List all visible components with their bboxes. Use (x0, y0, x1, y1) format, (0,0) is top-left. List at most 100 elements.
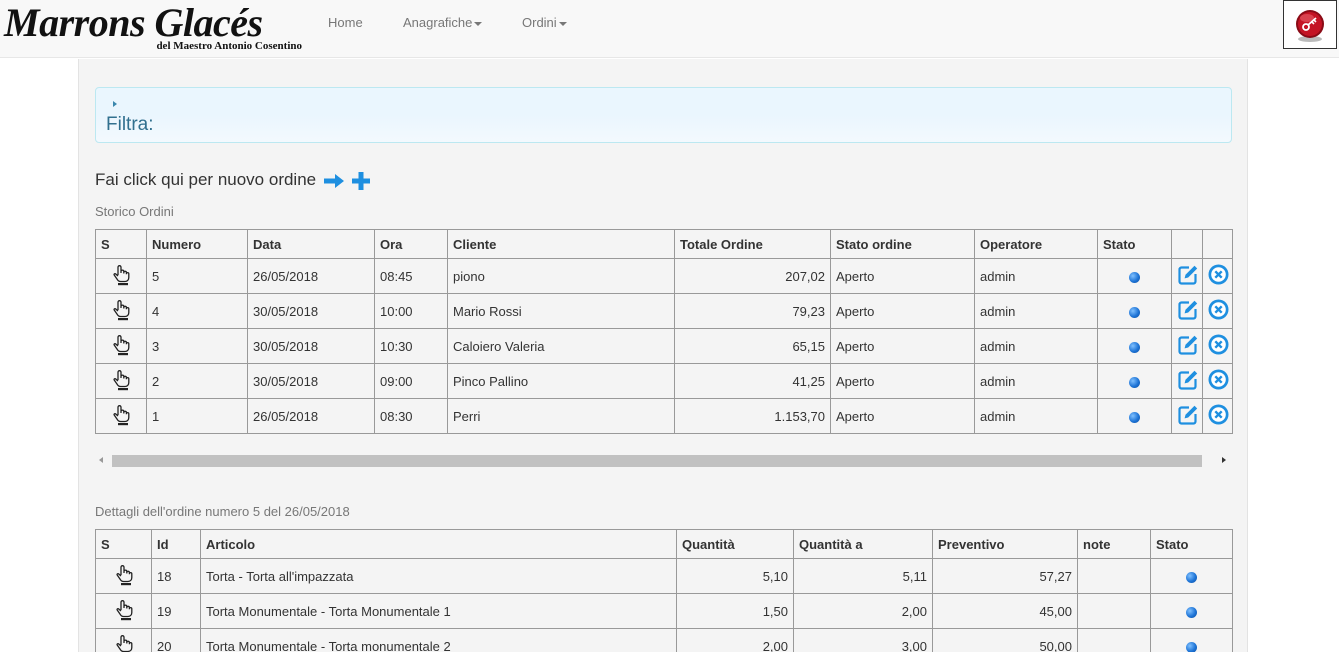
detail-article: Torta - Torta all'impazzata (200, 558, 677, 594)
detail-row[interactable]: 18 Torta - Torta all'impazzata 5,10 5,11 57,… (95, 558, 1233, 594)
delete-icon[interactable] (1208, 264, 1229, 288)
main-container: Filtra: Fai click qui per nuovo ordine S… (78, 59, 1248, 652)
filter-panel[interactable]: Filtra: (95, 87, 1232, 143)
pointing-hand-icon[interactable] (111, 264, 131, 289)
pointing-hand-icon[interactable] (111, 334, 131, 359)
edit-icon[interactable] (1177, 299, 1199, 324)
details-col-header: Quantità (676, 529, 794, 559)
scroll-right-icon[interactable] (1222, 457, 1226, 463)
order-date: 26/05/2018 (247, 258, 375, 294)
detail-article: Torta Monumentale - Torta Monumentale 1 (200, 593, 677, 629)
edit-cell (1171, 363, 1203, 399)
order-total: 79,23 (674, 293, 831, 329)
order-time: 09:00 (374, 363, 448, 399)
delete-icon[interactable] (1208, 369, 1229, 393)
order-time: 10:00 (374, 293, 448, 329)
order-number: 2 (146, 363, 248, 399)
select-cell (95, 558, 152, 594)
horizontal-scrollbar[interactable] (95, 452, 1232, 469)
orders-col-header: Data (247, 229, 375, 259)
detail-row[interactable]: 19 Torta Monumentale - Torta Monumentale … (95, 593, 1233, 629)
pointing-hand-icon[interactable] (111, 369, 131, 394)
orders-col-header: Ora (374, 229, 448, 259)
pointing-hand-icon[interactable] (114, 634, 134, 652)
order-row[interactable]: 1 26/05/2018 08:30 Perri 1.153,70 Aperto admin (95, 398, 1233, 434)
pointing-hand-icon[interactable] (111, 299, 131, 324)
order-row[interactable]: 4 30/05/2018 10:00 Mario Rossi 79,23 Aperto ad… (95, 293, 1233, 329)
edit-icon[interactable] (1177, 334, 1199, 359)
orders-col-header: Operatore (974, 229, 1098, 259)
expand-triangle-icon[interactable] (113, 101, 117, 107)
status-dot-icon (1186, 571, 1197, 583)
status-dot-icon (1129, 306, 1140, 318)
arrow-right-icon (323, 173, 344, 188)
details-col-header: Id (151, 529, 201, 559)
delete-icon[interactable] (1208, 299, 1229, 323)
order-row[interactable]: 2 30/05/2018 09:00 Pinco Pallino 41,25 Aperto… (95, 363, 1233, 399)
detail-row[interactable]: 20 Torta Monumentale - Torta monumentale … (95, 628, 1233, 652)
caret-down-icon (474, 21, 483, 26)
login-button[interactable] (1283, 0, 1337, 49)
detail-estimate: 50,00 (932, 628, 1078, 652)
order-row[interactable]: 5 26/05/2018 08:45 piono 207,02 Aperto admin (95, 258, 1233, 294)
status-dot-icon (1186, 641, 1197, 652)
filter-title: Filtra: (106, 114, 154, 135)
edit-icon[interactable] (1177, 404, 1199, 429)
order-time: 08:30 (374, 398, 448, 434)
detail-article: Torta Monumentale - Torta monumentale 2 (200, 628, 677, 652)
select-cell (95, 398, 147, 434)
pointing-hand-icon[interactable] (111, 404, 131, 429)
delete-icon[interactable] (1208, 334, 1229, 358)
order-status: Aperto (830, 398, 975, 434)
order-number: 3 (146, 328, 248, 364)
order-date: 26/05/2018 (247, 398, 375, 434)
details-col-header: note (1077, 529, 1151, 559)
pointing-hand-icon[interactable] (114, 564, 134, 589)
detail-note (1077, 628, 1151, 652)
order-status: Aperto (830, 363, 975, 399)
detail-quantity: 5,10 (676, 558, 794, 594)
order-total: 41,25 (674, 363, 831, 399)
brand-logo[interactable]: Marrons Glacés del Maestro Antonio Cosen… (4, 0, 304, 58)
order-operator: admin (974, 293, 1098, 329)
status-cell (1150, 558, 1233, 594)
new-order-link[interactable]: Fai click qui per nuovo ordine (95, 170, 370, 190)
select-cell (95, 293, 147, 329)
status-cell (1097, 258, 1172, 294)
nav-ordini-dropdown[interactable]: Ordini (522, 15, 567, 30)
status-dot-icon (1129, 411, 1140, 423)
order-operator: admin (974, 398, 1098, 434)
select-cell (95, 328, 147, 364)
pointing-hand-icon[interactable] (114, 599, 134, 624)
brand-subtitle: del Maestro Antonio Cosentino (156, 40, 302, 52)
scroll-left-icon[interactable] (99, 457, 103, 463)
detail-note (1077, 558, 1151, 594)
order-total: 65,15 (674, 328, 831, 364)
order-row[interactable]: 3 30/05/2018 10:30 Caloiero Valeria 65,15 Ape… (95, 328, 1233, 364)
order-total: 207,02 (674, 258, 831, 294)
order-time: 10:30 (374, 328, 448, 364)
new-order-label: Fai click qui per nuovo ordine (95, 170, 317, 189)
details-col-header: Stato (1150, 529, 1233, 559)
edit-icon[interactable] (1177, 264, 1199, 289)
edit-cell (1171, 398, 1203, 434)
status-dot-icon (1129, 376, 1140, 388)
delete-cell (1202, 293, 1233, 329)
order-date: 30/05/2018 (247, 328, 375, 364)
order-client: Perri (447, 398, 675, 434)
scrollbar-thumb[interactable] (112, 455, 1202, 467)
orders-table: S Numero Data Ora Cliente Totale Ordine Stato … (95, 229, 1233, 434)
details-col-header: Preventivo (932, 529, 1078, 559)
edit-icon[interactable] (1177, 369, 1199, 394)
orders-col-header: Numero (146, 229, 248, 259)
delete-cell (1202, 328, 1233, 364)
detail-note (1077, 593, 1151, 629)
status-cell (1097, 293, 1172, 329)
delete-icon[interactable] (1208, 404, 1229, 428)
orders-col-header: Stato ordine (830, 229, 975, 259)
select-cell (95, 628, 152, 652)
nav-anagrafiche-dropdown[interactable]: Anagrafiche (403, 15, 483, 30)
order-operator: admin (974, 363, 1098, 399)
nav-home[interactable]: Home (328, 15, 363, 30)
select-cell (95, 258, 147, 294)
